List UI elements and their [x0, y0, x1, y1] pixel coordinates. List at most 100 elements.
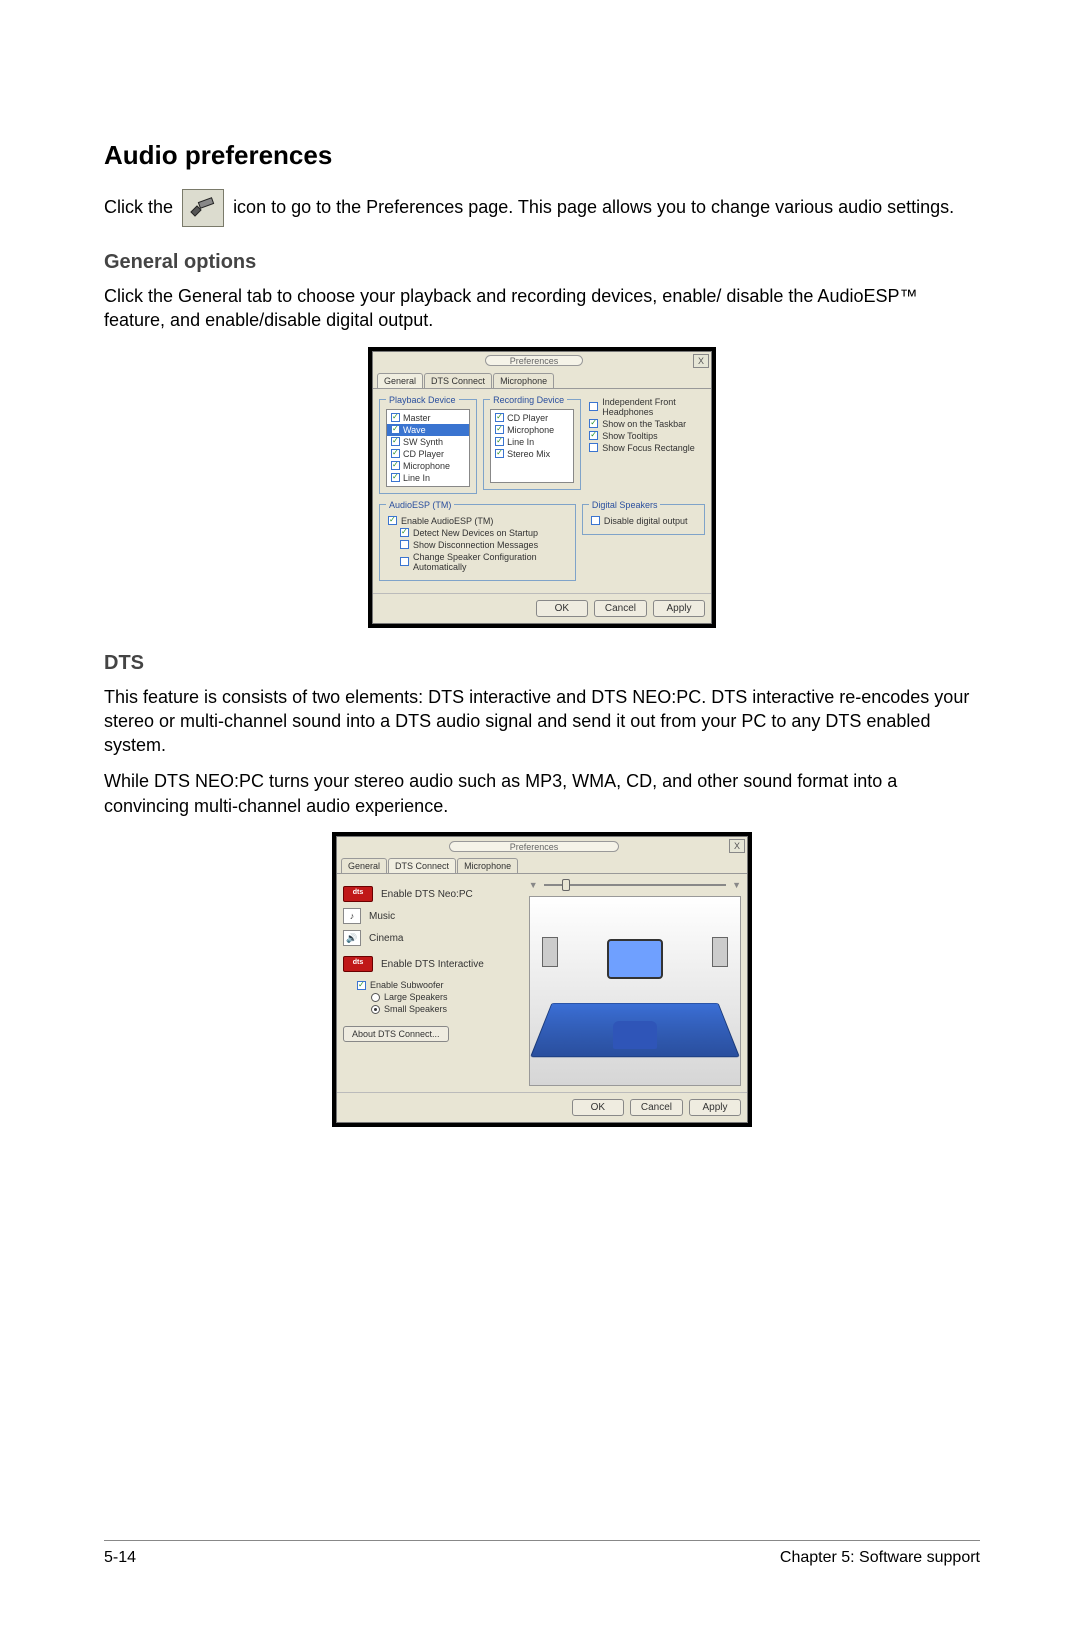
- checkbox-icon: [591, 516, 600, 525]
- chapter-label: Chapter 5: Software support: [780, 1549, 980, 1567]
- slider-min-icon: ▼: [529, 880, 538, 890]
- list-item[interactable]: Master: [387, 412, 469, 424]
- mode-cinema-label: Cinema: [369, 933, 403, 944]
- checkbox-icon: [400, 557, 409, 566]
- checkbox-icon: [391, 425, 400, 434]
- speaker-size-radio[interactable]: Small Speakers: [371, 1004, 517, 1014]
- list-item[interactable]: Line In: [491, 436, 573, 448]
- cancel-button[interactable]: Cancel: [630, 1099, 683, 1116]
- list-item[interactable]: Microphone: [491, 424, 573, 436]
- ok-button[interactable]: OK: [572, 1099, 624, 1116]
- intro-post: icon to go to the Preferences page. This…: [233, 197, 954, 217]
- mode-music-label: Music: [369, 911, 395, 922]
- tab-dts-connect[interactable]: DTS Connect: [424, 373, 492, 388]
- recording-listbox[interactable]: CD Player Microphone Line InStereo Mix: [490, 409, 574, 483]
- dialog2-title: Preferences: [449, 841, 619, 852]
- list-item-label: Line In: [403, 473, 430, 483]
- enable-dts-interactive[interactable]: dts Enable DTS Interactive: [343, 956, 517, 972]
- group-playback-legend: Playback Device: [386, 395, 459, 405]
- playback-listbox[interactable]: MasterWaveSW SynthCD PlayerMicrophoneLin…: [386, 409, 470, 487]
- list-item-label: Master: [403, 413, 431, 423]
- checkbox-icon: [357, 981, 366, 990]
- tab-microphone[interactable]: Microphone: [457, 858, 518, 873]
- preferences-dialog-dts-connect: Preferences X GeneralDTS ConnectMicropho…: [332, 832, 752, 1127]
- dts-paragraph-2: While DTS NEO:PC turns your stereo audio…: [104, 769, 980, 818]
- checkbox-icon: [495, 425, 504, 434]
- mode-cinema[interactable]: 🔊 Cinema: [343, 930, 517, 946]
- checkbox-icon: [400, 528, 409, 537]
- about-dts-connect-button[interactable]: About DTS Connect...: [343, 1026, 449, 1042]
- intro-pre: Click the: [104, 197, 173, 217]
- side-option-label: Independent Front Headphones: [602, 397, 705, 417]
- disable-digital-output-checkbox[interactable]: Disable digital output: [591, 516, 698, 526]
- heading-audio-preferences: Audio preferences: [104, 140, 980, 171]
- tab-microphone[interactable]: Microphone: [493, 373, 554, 388]
- tab-general[interactable]: General: [341, 858, 387, 873]
- speaker-icon: [712, 937, 728, 967]
- tab-general[interactable]: General: [377, 373, 423, 388]
- checkbox-icon: [589, 443, 598, 452]
- side-option-checkbox[interactable]: Show Focus Rectangle: [589, 443, 705, 453]
- dts-paragraph-1: This feature is consists of two elements…: [104, 685, 980, 758]
- disable-digital-output-label: Disable digital output: [604, 516, 688, 526]
- heading-general-options: General options: [104, 251, 980, 274]
- list-item[interactable]: CD Player: [387, 448, 469, 460]
- cancel-button[interactable]: Cancel: [594, 600, 647, 617]
- dts-logo-icon: dts: [343, 956, 373, 972]
- checkbox-icon: [495, 413, 504, 422]
- list-item[interactable]: Stereo Mix: [491, 448, 573, 460]
- speaker-layout-preview: [529, 896, 741, 1086]
- dts-slider[interactable]: ▼ ▼: [529, 880, 741, 890]
- esp-sub-checkbox[interactable]: Show Disconnection Messages: [400, 540, 569, 550]
- list-item-label: CD Player: [507, 413, 548, 423]
- enable-dts-neopc-label: Enable DTS Neo:PC: [381, 889, 473, 900]
- mode-music[interactable]: ♪ Music: [343, 908, 517, 924]
- side-option-checkbox[interactable]: Show Tooltips: [589, 431, 705, 441]
- speaker-icon: [542, 937, 558, 967]
- side-options: Independent Front Headphones Show on the …: [587, 397, 705, 453]
- list-item[interactable]: SW Synth: [387, 436, 469, 448]
- preferences-dialog-general: Preferences X GeneralDTS ConnectMicropho…: [368, 347, 716, 628]
- enable-audioesp-label: Enable AudioESP (TM): [401, 516, 493, 526]
- esp-sub-label: Detect New Devices on Startup: [413, 528, 538, 538]
- dialog1-title: Preferences: [485, 355, 583, 366]
- list-item[interactable]: Line In: [387, 472, 469, 484]
- speaker-size-radio[interactable]: Large Speakers: [371, 992, 517, 1002]
- group-esp-legend: AudioESP (TM): [386, 500, 454, 510]
- enable-subwoofer-checkbox[interactable]: Enable Subwoofer: [357, 980, 517, 990]
- speaker-size-label: Large Speakers: [384, 992, 448, 1002]
- dts-logo-icon: dts: [343, 886, 373, 902]
- checkbox-icon: [388, 516, 397, 525]
- close-icon[interactable]: X: [729, 839, 745, 853]
- checkbox-icon: [495, 449, 504, 458]
- heading-dts: DTS: [104, 652, 980, 675]
- enable-dts-neopc[interactable]: dts Enable DTS Neo:PC: [343, 886, 517, 902]
- side-option-checkbox[interactable]: Independent Front Headphones: [589, 397, 705, 417]
- list-item[interactable]: Wave: [387, 424, 469, 436]
- apply-button[interactable]: Apply: [653, 600, 705, 617]
- hammer-icon: [182, 189, 224, 227]
- speaker-icon: 🔊: [343, 930, 361, 946]
- ok-button[interactable]: OK: [536, 600, 588, 617]
- enable-audioesp-checkbox[interactable]: Enable AudioESP (TM): [388, 516, 569, 526]
- seat-icon: [613, 1021, 657, 1049]
- side-option-checkbox[interactable]: Show on the Taskbar: [589, 419, 705, 429]
- list-item[interactable]: Microphone: [387, 460, 469, 472]
- list-item-label: Line In: [507, 437, 534, 447]
- esp-sub-checkbox[interactable]: Change Speaker Configuration Automatical…: [400, 552, 569, 572]
- enable-subwoofer-label: Enable Subwoofer: [370, 980, 444, 990]
- checkbox-icon: [391, 437, 400, 446]
- monitor-icon: [607, 939, 663, 979]
- checkbox-icon: [391, 473, 400, 482]
- list-item-label: Microphone: [507, 425, 554, 435]
- esp-sub-checkbox[interactable]: Detect New Devices on Startup: [400, 528, 569, 538]
- group-digital-legend: Digital Speakers: [589, 500, 661, 510]
- intro-paragraph: Click the icon to go to the Preferences …: [104, 189, 980, 227]
- checkbox-icon: [391, 461, 400, 470]
- list-item[interactable]: CD Player: [491, 412, 573, 424]
- slider-max-icon: ▼: [732, 880, 741, 890]
- apply-button[interactable]: Apply: [689, 1099, 741, 1116]
- tab-dts-connect[interactable]: DTS Connect: [388, 858, 456, 873]
- close-icon[interactable]: X: [693, 354, 709, 368]
- side-option-label: Show Tooltips: [602, 431, 657, 441]
